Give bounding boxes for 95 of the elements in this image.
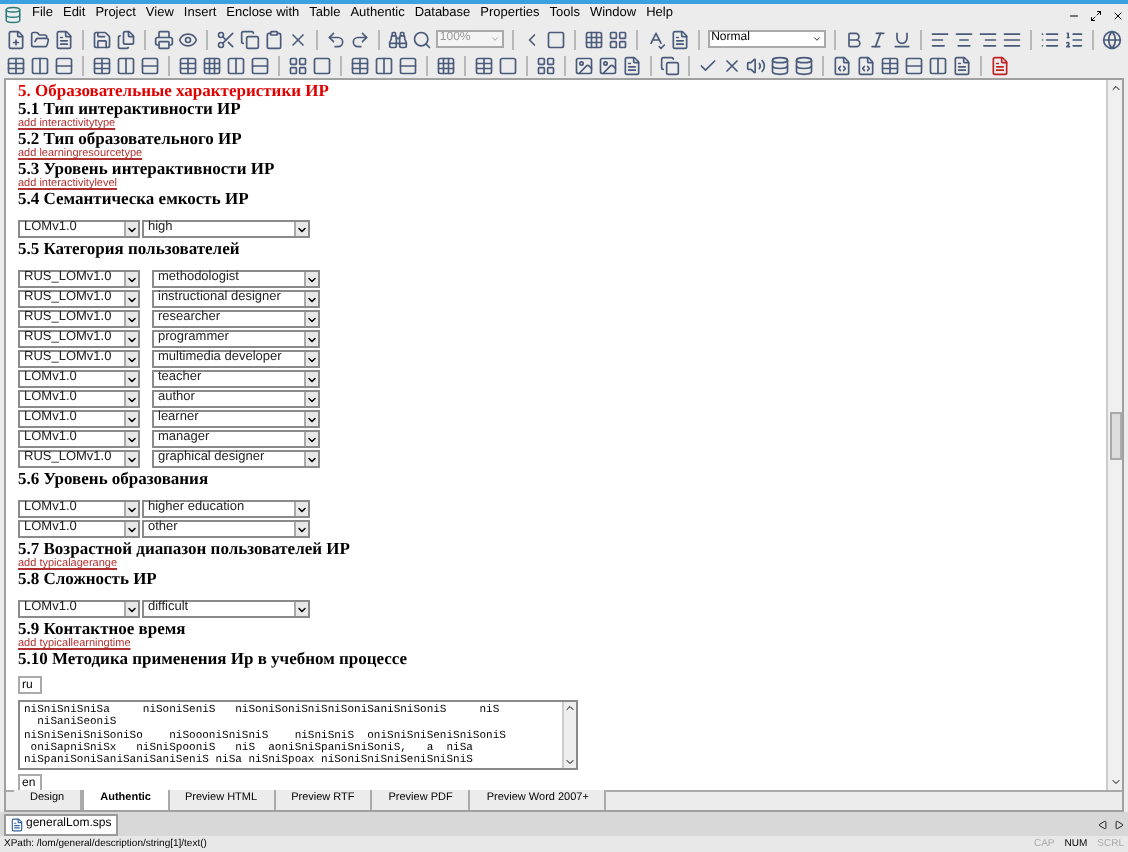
align-left-icon[interactable] <box>929 29 950 49</box>
scroll-up-icon[interactable] <box>1109 82 1121 94</box>
italic-icon[interactable] <box>867 29 888 49</box>
frame-icon[interactable] <box>545 29 566 49</box>
cross-icon[interactable] <box>722 55 742 75</box>
underline-icon[interactable] <box>891 29 912 49</box>
find-icon[interactable] <box>387 29 408 49</box>
insert-table-icon[interactable] <box>92 55 112 75</box>
print-preview-icon[interactable] <box>177 29 198 49</box>
align-center-icon[interactable] <box>953 29 974 49</box>
scrollbar[interactable] <box>562 702 576 769</box>
rows-icon[interactable] <box>904 55 924 75</box>
section-heading: 5.5 Категория пользователей <box>18 240 240 258</box>
image-icon[interactable] <box>574 55 594 75</box>
caret-icon <box>126 603 138 615</box>
database-icon[interactable] <box>770 55 790 75</box>
close-icon[interactable] <box>1112 9 1124 21</box>
section-heading: 5.6 Уровень образования <box>18 470 209 488</box>
caret-icon <box>126 223 138 235</box>
paste-icon[interactable] <box>263 29 284 49</box>
description-textarea[interactable] <box>18 700 578 771</box>
table-icon[interactable] <box>350 55 370 75</box>
page-icon[interactable] <box>669 29 690 49</box>
caret-icon <box>489 34 500 44</box>
section-heading: 5.8 Сложность ИР <box>18 570 157 588</box>
section-heading: 5.2 Тип образовательного ИР <box>18 130 242 148</box>
save-all-icon[interactable] <box>115 29 136 49</box>
table-icon[interactable] <box>474 55 494 75</box>
columns-icon[interactable] <box>928 55 948 75</box>
check-icon[interactable] <box>698 55 718 75</box>
scroll-up-icon[interactable] <box>564 702 576 714</box>
section-heading: 5.10 Методика применения Ир в учебном процессе <box>18 650 408 668</box>
search-icon[interactable] <box>411 29 432 49</box>
print-icon[interactable] <box>153 29 174 49</box>
layout-icon[interactable] <box>536 55 556 75</box>
cut-icon[interactable] <box>215 29 236 49</box>
caret-icon <box>812 34 822 44</box>
delete-icon[interactable] <box>287 29 308 49</box>
grid-icon[interactable] <box>202 55 222 75</box>
frame-icon[interactable] <box>312 55 332 75</box>
section-heading: 5.7 Возрастной диапазон пользователей ИР <box>18 540 350 558</box>
spellcheck-icon[interactable] <box>645 29 666 49</box>
layout-icon[interactable] <box>288 55 308 75</box>
frame-icon[interactable] <box>498 55 518 75</box>
grid-icon[interactable] <box>436 55 456 75</box>
scroll-left-icon[interactable] <box>1098 819 1108 829</box>
document-icon[interactable] <box>54 29 74 49</box>
table-icon[interactable] <box>178 55 198 75</box>
grid-icon[interactable] <box>583 29 604 49</box>
columns-icon[interactable] <box>226 55 246 75</box>
align-right-icon[interactable] <box>977 29 998 49</box>
insert-column-icon[interactable] <box>116 55 136 75</box>
new-file-icon[interactable] <box>6 29 26 49</box>
layout-icon[interactable] <box>607 29 628 49</box>
file-icon <box>10 817 24 831</box>
scroll-down-icon[interactable] <box>1109 776 1121 788</box>
section-title: 5. Образовательные характеристики ИР <box>18 82 329 100</box>
caret-icon <box>296 223 308 235</box>
image-icon[interactable] <box>598 55 618 75</box>
section-heading: 5.3 Уровень интерактивности ИР <box>18 160 275 178</box>
open-folder-icon[interactable] <box>30 29 50 49</box>
insert-row-icon[interactable] <box>140 55 160 75</box>
document-icon[interactable] <box>622 55 642 75</box>
code-icon[interactable] <box>856 55 876 75</box>
rows-icon[interactable] <box>250 55 270 75</box>
speaker-icon[interactable] <box>746 55 766 75</box>
copy-icon[interactable] <box>660 55 680 75</box>
rows-icon[interactable] <box>398 55 418 75</box>
bold-icon[interactable] <box>843 29 864 49</box>
scroll-down-icon[interactable] <box>564 756 576 769</box>
section-heading: 5.1 Тип интерактивности ИР <box>18 100 241 118</box>
columns-icon[interactable] <box>374 55 394 75</box>
code-icon[interactable] <box>832 55 852 75</box>
numbered-list-icon[interactable] <box>1063 29 1084 49</box>
rows-icon[interactable] <box>54 55 74 75</box>
section-heading: 5.4 Семантическа емкость ИР <box>18 190 249 208</box>
minimize-icon[interactable] <box>1068 9 1080 21</box>
pdf-icon[interactable] <box>990 55 1010 75</box>
redo-icon[interactable] <box>349 29 370 49</box>
justify-icon[interactable] <box>1001 29 1022 49</box>
database-icon[interactable] <box>794 55 814 75</box>
vertical-scrollbar[interactable] <box>1106 80 1122 790</box>
scroll-thumb[interactable] <box>1109 411 1121 459</box>
document-icon[interactable] <box>952 55 972 75</box>
table-icon[interactable] <box>880 55 900 75</box>
columns-icon[interactable] <box>30 55 50 75</box>
undo-icon[interactable] <box>325 29 346 49</box>
app-logo-icon <box>4 6 22 24</box>
caret-icon <box>296 603 308 615</box>
copy-icon[interactable] <box>239 29 260 49</box>
scroll-right-icon[interactable] <box>1114 819 1124 829</box>
globe-icon[interactable] <box>1101 29 1122 49</box>
table-icon[interactable] <box>6 55 26 75</box>
save-icon[interactable] <box>91 29 112 49</box>
section-heading: 5.9 Контактное время <box>18 620 186 638</box>
